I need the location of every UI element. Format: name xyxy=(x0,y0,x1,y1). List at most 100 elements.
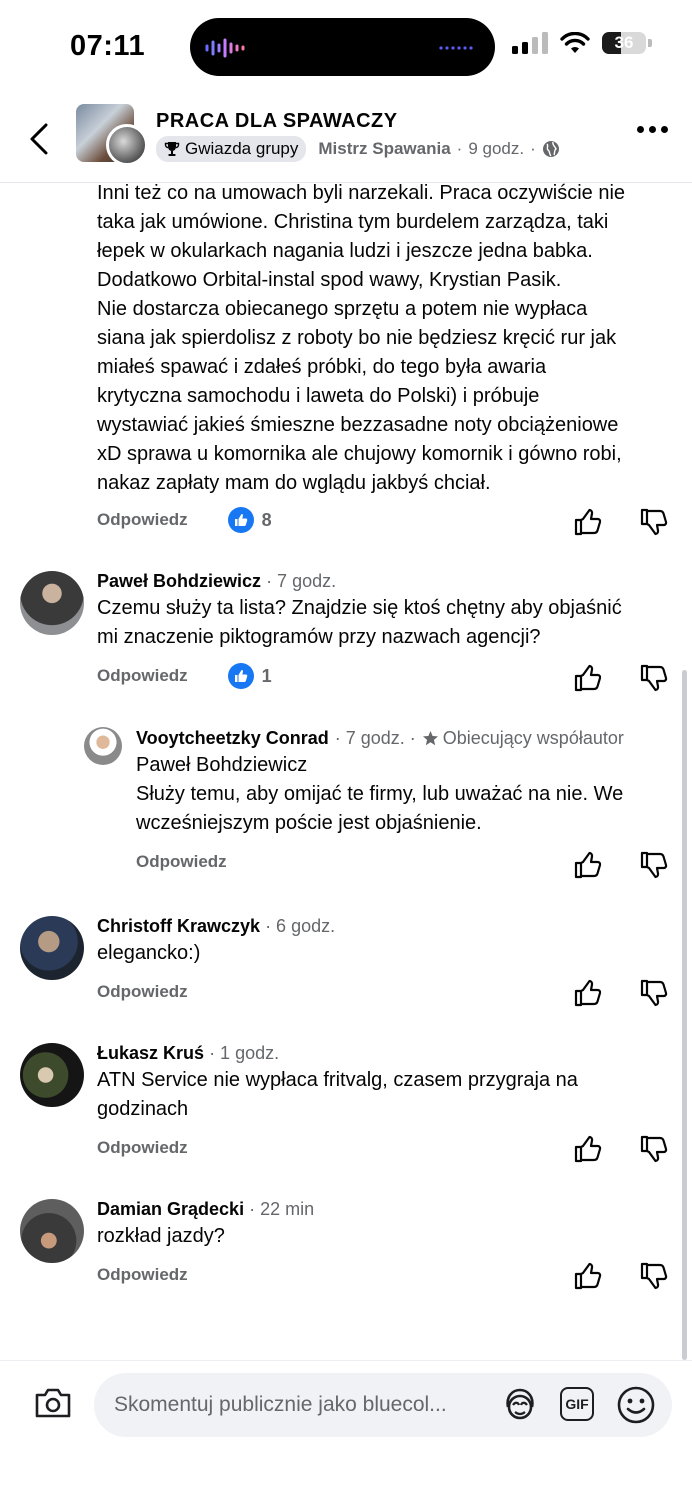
comment-text: Inni też co na umowach byli narzekali. P… xyxy=(97,183,626,494)
like-reaction-icon xyxy=(227,507,254,533)
signal-icon xyxy=(512,32,548,54)
comment-actions: Odpowiedz xyxy=(97,1138,188,1158)
avatar[interactable] xyxy=(84,727,122,765)
downvote-icon[interactable] xyxy=(640,508,668,536)
like-count: 8 xyxy=(261,509,272,530)
comment-actions: Odpowiedz 1 xyxy=(97,663,272,689)
star-icon xyxy=(422,731,438,746)
comment-placeholder: Skomentuj publicznie jako bluecol... xyxy=(114,1393,447,1416)
comment-header: Christoff Krawczyk · 6 godz. xyxy=(97,916,687,937)
comment-composer: Skomentuj publicznie jako bluecol... GIF xyxy=(0,1360,692,1501)
post-header: PRACA DLA SPAWACZY Gwiazda grupy Mistrz … xyxy=(0,96,692,183)
author-avatar[interactable] xyxy=(106,124,148,166)
upvote-icon[interactable] xyxy=(574,1262,602,1290)
comment-author[interactable]: Damian Grądecki xyxy=(97,1199,244,1219)
comment-header: Paweł Bohdziewicz · 7 godz. xyxy=(97,571,687,592)
comment-author[interactable]: Vooytcheetzky Conrad xyxy=(136,728,329,749)
like-count: 1 xyxy=(261,665,272,686)
scrollbar[interactable] xyxy=(682,670,687,1360)
reaction-count[interactable]: 8 xyxy=(227,507,272,533)
gif-label: GIF xyxy=(565,1396,589,1412)
comment-time: · 7 godz. xyxy=(266,571,337,591)
activity-dots-icon xyxy=(439,46,473,50)
camera-icon[interactable] xyxy=(34,1387,72,1419)
reply-button[interactable]: Odpowiedz xyxy=(97,1138,188,1158)
more-options-icon[interactable] xyxy=(637,126,668,133)
upvote-icon[interactable] xyxy=(574,851,602,879)
comment-text: Służy temu, aby omijać te firmy, lub uwa… xyxy=(136,783,624,834)
comment-text: Czemu służy ta lista? Znajdzie się ktoś … xyxy=(97,597,622,648)
group-star-badge[interactable]: Gwiazda grupy xyxy=(156,136,307,162)
vote-buttons xyxy=(574,851,668,879)
downvote-icon[interactable] xyxy=(640,664,668,692)
audio-wave-icon xyxy=(205,38,245,58)
author-role: Mistrz Spawania xyxy=(318,139,451,158)
like-reaction-icon xyxy=(227,663,254,689)
battery-indicator: 36 xyxy=(602,32,646,54)
comment-author[interactable]: Christoff Krawczyk xyxy=(97,916,260,936)
upvote-icon[interactable] xyxy=(574,979,602,1007)
globe-icon xyxy=(542,141,559,157)
post-time[interactable]: 9 godz. xyxy=(468,139,524,159)
comment-text: elegancko:) xyxy=(97,942,201,964)
comment-text: rozkład jazdy? xyxy=(97,1225,225,1247)
group-name[interactable]: PRACA DLA SPAWACZY xyxy=(156,110,398,133)
vote-buttons xyxy=(574,508,668,536)
reply-button[interactable]: Odpowiedz xyxy=(97,1265,188,1285)
comment: Paweł Bohdziewicz · 7 godz. Czemu służy … xyxy=(97,571,687,652)
group-avatar[interactable] xyxy=(76,104,148,166)
comment-author[interactable]: Łukasz Kruś xyxy=(97,1043,204,1063)
avatar[interactable] xyxy=(20,1043,84,1107)
contributor-badge: Obiecujący współautor xyxy=(442,728,624,748)
reply-button[interactable]: Odpowiedz xyxy=(97,666,188,686)
comment: Christoff Krawczyk · 6 godz. elegancko:) xyxy=(97,916,687,968)
wifi-icon xyxy=(560,32,590,53)
comment-body: Inni też co na umowach byli narzekali. P… xyxy=(97,183,677,498)
emoji-icon[interactable] xyxy=(616,1385,656,1425)
comment-actions: Odpowiedz xyxy=(136,852,227,872)
downvote-icon[interactable] xyxy=(640,1262,668,1290)
reply-button[interactable]: Odpowiedz xyxy=(97,982,188,1002)
avatar[interactable] xyxy=(20,571,84,635)
vote-buttons xyxy=(574,1135,668,1163)
comment-input[interactable]: Skomentuj publicznie jako bluecol... GIF xyxy=(94,1373,672,1437)
upvote-icon[interactable] xyxy=(574,1135,602,1163)
battery-level: 36 xyxy=(614,33,634,52)
comment-header: Damian Grądecki · 22 min xyxy=(97,1199,687,1220)
vote-buttons xyxy=(574,664,668,692)
downvote-icon[interactable] xyxy=(640,1135,668,1163)
back-arrow-icon[interactable] xyxy=(26,122,54,156)
reply-button[interactable]: Odpowiedz xyxy=(136,852,227,872)
downvote-icon[interactable] xyxy=(640,979,668,1007)
comment-time: · 22 min xyxy=(249,1199,315,1219)
comment-actions: Odpowiedz 8 xyxy=(97,507,272,533)
reply-button[interactable]: Odpowiedz xyxy=(97,510,188,530)
reply-comment: Vooytcheetzky Conrad · 7 godz. · Obiecuj… xyxy=(136,728,686,838)
meta-separator: · xyxy=(456,139,463,158)
avatar[interactable] xyxy=(20,1199,84,1263)
avatar[interactable] xyxy=(20,916,84,980)
upvote-icon[interactable] xyxy=(574,508,602,536)
vote-buttons xyxy=(574,979,668,1007)
comment-author[interactable]: Paweł Bohdziewicz xyxy=(97,571,261,591)
comment: Damian Grądecki · 22 min rozkład jazdy? xyxy=(97,1199,687,1251)
comment-text: ATN Service nie wypłaca fritvalg, czasem… xyxy=(97,1069,578,1120)
dynamic-island xyxy=(190,18,495,76)
comment-mention[interactable]: Paweł Bohdziewicz xyxy=(136,751,686,780)
comment-time: · 6 godz. xyxy=(265,916,336,936)
comment-actions: Odpowiedz xyxy=(97,1265,188,1285)
downvote-icon[interactable] xyxy=(640,851,668,879)
reaction-count[interactable]: 1 xyxy=(227,663,272,689)
comment-time: · 1 godz. xyxy=(209,1043,280,1063)
comment-actions: Odpowiedz xyxy=(97,982,188,1002)
gif-button[interactable]: GIF xyxy=(560,1387,594,1421)
comment-header: Vooytcheetzky Conrad · 7 godz. · Obiecuj… xyxy=(136,728,686,749)
comments-feed: Inni też co na umowach byli narzekali. P… xyxy=(0,183,692,1360)
upvote-icon[interactable] xyxy=(574,664,602,692)
author-meta: Gwiazda grupy Mistrz Spawania · 9 godz. … xyxy=(156,136,560,162)
status-icons: 36 xyxy=(512,32,652,54)
comment-time: · 7 godz. · xyxy=(334,728,416,748)
comment-header: Łukasz Kruś · 1 godz. xyxy=(97,1043,687,1064)
avatar-sticker-icon[interactable] xyxy=(500,1385,540,1425)
vote-buttons xyxy=(574,1262,668,1290)
